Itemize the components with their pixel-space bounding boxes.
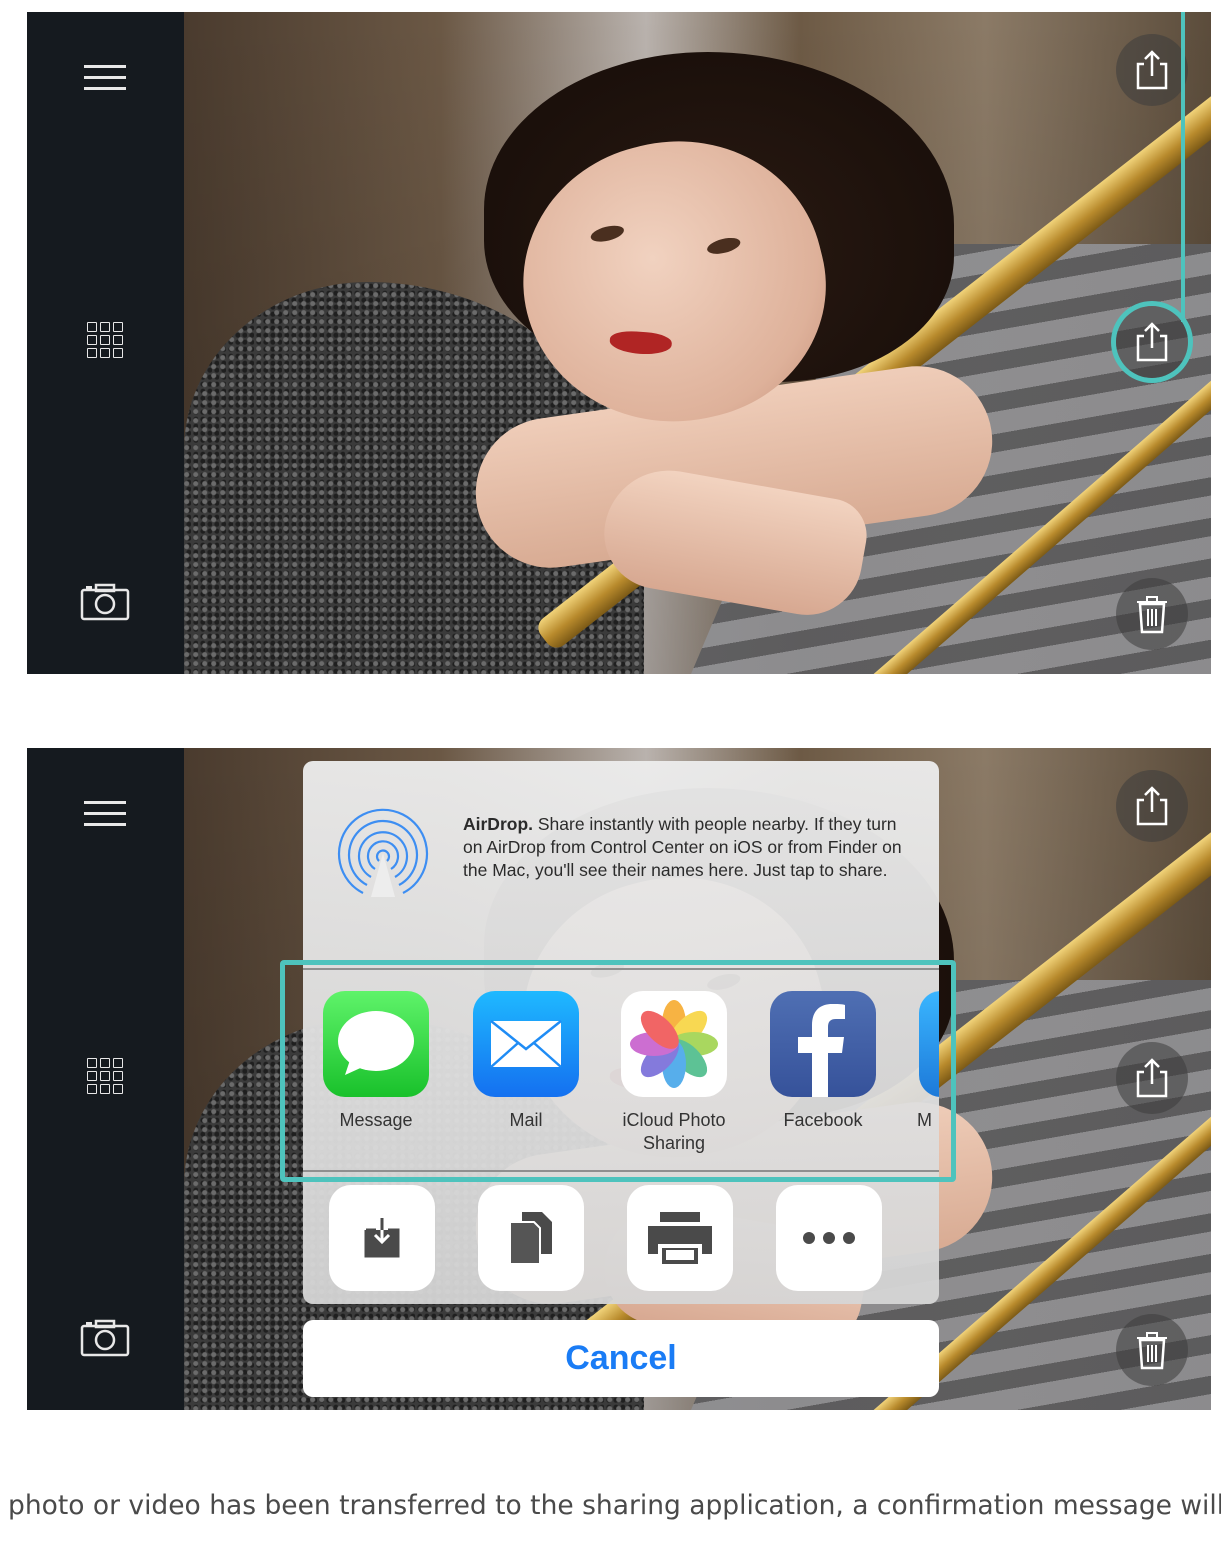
callout-line <box>1181 12 1185 322</box>
copy-icon <box>509 1212 552 1265</box>
share-actions-row <box>303 1185 939 1295</box>
photo-view <box>184 12 1211 674</box>
airdrop-title: AirDrop. <box>463 814 533 834</box>
more-icon <box>803 1232 855 1244</box>
apps-highlight-box <box>280 960 956 1182</box>
airdrop-section[interactable]: AirDrop. Share instantly with people nea… <box>303 761 939 966</box>
sidebar <box>27 748 184 1410</box>
share-icon[interactable] <box>1116 306 1188 378</box>
menu-icon[interactable] <box>77 49 133 105</box>
trash-icon[interactable] <box>1116 1314 1188 1386</box>
share-icon[interactable] <box>1116 770 1188 842</box>
menu-icon[interactable] <box>77 785 133 841</box>
save-icon <box>364 1218 400 1258</box>
more-button[interactable] <box>776 1185 882 1291</box>
save-button[interactable] <box>329 1185 435 1291</box>
share-icon[interactable] <box>1116 34 1188 106</box>
print-button[interactable] <box>627 1185 733 1291</box>
grid-icon[interactable] <box>77 1048 133 1104</box>
camera-icon[interactable] <box>77 574 133 630</box>
trash-icon[interactable] <box>1116 578 1188 650</box>
sidebar <box>27 12 184 674</box>
airdrop-description: AirDrop. Share instantly with people nea… <box>463 813 903 882</box>
copy-button[interactable] <box>478 1185 584 1291</box>
caption-text: photo or video has been transferred to t… <box>8 1490 1221 1521</box>
share-icon[interactable] <box>1116 1042 1188 1114</box>
grid-icon[interactable] <box>77 312 133 368</box>
airdrop-icon <box>333 805 433 901</box>
cancel-button[interactable]: Cancel <box>303 1320 939 1397</box>
print-icon <box>648 1212 712 1264</box>
bottom-screen: AirDrop. Share instantly with people nea… <box>27 748 1211 1410</box>
camera-icon[interactable] <box>77 1310 133 1366</box>
top-screen <box>27 12 1211 674</box>
